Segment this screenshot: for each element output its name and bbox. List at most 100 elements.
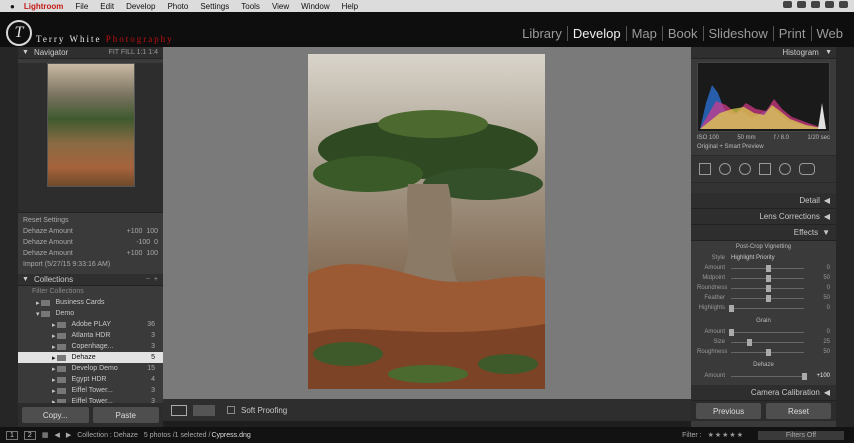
grain-roughness-slider[interactable]: Roughness 50 — [691, 347, 836, 357]
dehaze-amount-slider[interactable]: Amount +100 — [691, 371, 836, 381]
module-print[interactable]: Print — [772, 26, 811, 41]
module-develop[interactable]: Develop — [566, 26, 626, 41]
slider-value[interactable]: 0 — [804, 285, 830, 291]
slider-knob[interactable] — [765, 348, 771, 356]
left-panel-toggle[interactable] — [0, 47, 18, 427]
loupe-view-icon[interactable] — [171, 404, 187, 416]
rating-filter[interactable]: ★★★★★ — [708, 431, 744, 439]
camera-calibration-header[interactable]: Camera Calibration ◀ — [691, 385, 836, 401]
menu-edit[interactable]: Edit — [100, 2, 114, 11]
back-arrow-icon[interactable]: ◀ — [54, 431, 59, 439]
menu-window[interactable]: Window — [301, 2, 329, 11]
history-item[interactable]: Dehaze Amount -100 0 — [23, 237, 158, 248]
crop-icon[interactable] — [699, 163, 711, 175]
breadcrumb[interactable]: Collection : Dehaze — [77, 432, 138, 439]
slider-value[interactable]: 50 — [804, 349, 830, 355]
slider-value[interactable]: 50 — [804, 275, 830, 281]
main-window-button[interactable]: 1 — [6, 430, 18, 440]
vignette-roundness-slider[interactable]: Roundness 0 — [691, 283, 836, 293]
histogram-header[interactable]: Histogram ▼ — [691, 47, 836, 59]
list-item[interactable]: ▸ Develop Demo 15 — [18, 363, 163, 374]
copy-button[interactable]: Copy... — [22, 407, 89, 423]
slider-value[interactable]: 0 — [804, 265, 830, 271]
status-icon[interactable] — [783, 1, 792, 8]
vignette-feather-slider[interactable]: Feather 50 — [691, 293, 836, 303]
slider-knob[interactable] — [802, 372, 807, 380]
collections-filter[interactable]: Filter Collections — [18, 286, 163, 297]
add-collection-icon[interactable]: − + — [146, 276, 158, 283]
graduated-filter-icon[interactable] — [759, 163, 771, 175]
before-after-icon[interactable] — [193, 404, 215, 416]
list-item[interactable]: ▸ Egypt HDR 4 — [18, 374, 163, 385]
module-library[interactable]: Library — [517, 26, 567, 41]
menu-settings[interactable]: Settings — [200, 2, 229, 11]
slider-knob[interactable] — [765, 264, 771, 272]
grid-icon[interactable]: ▦ — [42, 431, 49, 439]
soft-proofing-checkbox[interactable] — [227, 406, 235, 414]
history-item[interactable]: Import (5/27/15 9:33:16 AM) — [23, 259, 158, 270]
menu-app[interactable]: Lightroom — [24, 2, 64, 11]
forward-arrow-icon[interactable]: ▶ — [66, 431, 71, 439]
grain-amount-slider[interactable]: Amount 0 — [691, 327, 836, 337]
detail-header[interactable]: Detail ◀ — [691, 193, 836, 209]
right-panel-toggle[interactable] — [836, 47, 854, 427]
list-item[interactable]: ▸ Adobe PLAY 36 — [18, 319, 163, 330]
navigator-preview[interactable] — [18, 63, 163, 213]
menu-photo[interactable]: Photo — [167, 2, 188, 11]
histogram-chart[interactable] — [697, 62, 830, 132]
radial-filter-icon[interactable] — [779, 163, 791, 175]
status-icon[interactable] — [811, 1, 820, 8]
list-item[interactable]: ▸ Copenhage... 3 — [18, 341, 163, 352]
slider-knob[interactable] — [765, 284, 771, 292]
vignette-highlights-slider[interactable]: Highlights 0 — [691, 303, 836, 313]
module-book[interactable]: Book — [661, 26, 703, 41]
slider-knob[interactable] — [747, 338, 753, 346]
lens-corrections-header[interactable]: Lens Corrections ◀ — [691, 209, 836, 225]
list-item-selected[interactable]: ▸ Dehaze 5 — [18, 352, 163, 363]
module-slideshow[interactable]: Slideshow — [702, 26, 773, 41]
navigator-thumbnail[interactable] — [46, 63, 135, 187]
navigator-header[interactable]: ▼ Navigator FIT FILL 1:1 1:4 — [18, 47, 163, 59]
photo-cypress-tree[interactable] — [308, 54, 545, 389]
reset-button[interactable]: Reset — [766, 403, 831, 419]
list-item[interactable]: ▾ Demo — [18, 308, 163, 319]
previous-button[interactable]: Previous — [696, 403, 761, 419]
menu-file[interactable]: File — [75, 2, 88, 11]
slider-knob[interactable] — [729, 304, 734, 312]
module-map[interactable]: Map — [625, 26, 662, 41]
slider-value[interactable]: 25 — [804, 339, 830, 345]
slider-knob[interactable] — [765, 274, 771, 282]
vignette-amount-slider[interactable]: Amount 0 — [691, 263, 836, 273]
list-item[interactable]: ▸ Eiffel Tower... 3 — [18, 385, 163, 396]
list-item[interactable]: ▸ Business Cards — [18, 297, 163, 308]
module-web[interactable]: Web — [810, 26, 849, 41]
slider-value[interactable]: 0 — [804, 305, 830, 311]
navigator-zoom[interactable]: FIT FILL 1:1 1:4 — [109, 49, 158, 56]
slider-knob[interactable] — [765, 294, 771, 302]
slider-value[interactable]: 0 — [804, 329, 830, 335]
status-icon[interactable] — [797, 1, 806, 8]
menu-view[interactable]: View — [272, 2, 289, 11]
menu-help[interactable]: Help — [342, 2, 358, 11]
menu-develop[interactable]: Develop — [126, 2, 155, 11]
history-item[interactable]: Dehaze Amount +100 100 — [23, 226, 158, 237]
effects-header[interactable]: Effects ▼ — [691, 225, 836, 241]
menu-tools[interactable]: Tools — [241, 2, 260, 11]
history-item[interactable]: Reset Settings — [23, 215, 158, 226]
filters-dropdown[interactable]: Filters Off — [758, 430, 844, 440]
collections-header[interactable]: ▼ Collections − + — [18, 274, 163, 286]
style-dropdown[interactable]: Highlight Priority — [731, 255, 830, 261]
second-window-button[interactable]: 2 — [23, 430, 36, 440]
history-item[interactable]: Dehaze Amount +100 100 — [23, 248, 158, 259]
status-icon[interactable] — [839, 1, 848, 8]
list-item[interactable]: ▸ Atlanta HDR 3 — [18, 330, 163, 341]
slider-value[interactable]: +100 — [804, 373, 830, 379]
status-icon[interactable] — [825, 1, 834, 8]
grain-size-slider[interactable]: Size 25 — [691, 337, 836, 347]
slider-value[interactable]: 50 — [804, 295, 830, 301]
vignette-midpoint-slider[interactable]: Midpoint 50 — [691, 273, 836, 283]
adjustment-brush-icon[interactable] — [799, 163, 815, 175]
spot-removal-icon[interactable] — [719, 163, 731, 175]
paste-button[interactable]: Paste — [92, 407, 159, 423]
red-eye-icon[interactable] — [739, 163, 751, 175]
